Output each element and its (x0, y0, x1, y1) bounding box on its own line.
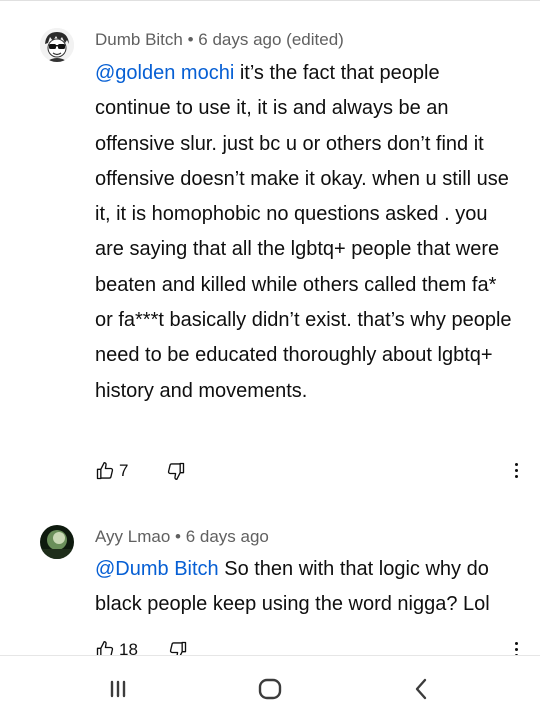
thumbs-up-icon[interactable] (95, 461, 115, 481)
comment-mention[interactable]: @Dumb Bitch (95, 558, 219, 580)
meta-separator: • (182, 30, 199, 49)
like-count: 7 (119, 461, 129, 480)
avatar[interactable] (40, 28, 74, 62)
thumbs-down-icon[interactable] (166, 461, 186, 481)
comment-mention[interactable]: @golden mochi (95, 62, 234, 84)
comment-meta: Dumb Bitch • 6 days ago (edited) (95, 30, 344, 50)
system-nav-bar (0, 655, 540, 721)
comment-body: @Dumb Bitch So then with that logic why … (95, 552, 515, 623)
home-icon[interactable] (255, 674, 285, 704)
comment-time: 6 days ago (edited) (198, 30, 344, 49)
top-divider (0, 0, 540, 1)
photo-avatar-icon (40, 525, 74, 559)
meta-separator: • (170, 527, 186, 546)
comment-text: it’s the fact that people continue to us… (95, 62, 512, 402)
comment-author[interactable]: Dumb Bitch (95, 30, 183, 49)
comment-actions: 7 (95, 459, 186, 483)
more-vert-icon[interactable] (512, 461, 520, 481)
comment-meta: Ayy Lmao • 6 days ago (95, 527, 269, 547)
comment-time: 6 days ago (185, 527, 269, 546)
comment-author[interactable]: Ayy Lmao (95, 527, 170, 546)
sunglasses-avatar-icon (40, 28, 74, 62)
recents-icon[interactable] (103, 674, 133, 704)
back-icon[interactable] (406, 674, 436, 704)
comment-body: @golden mochi it’s the fact that people … (95, 56, 515, 409)
avatar[interactable] (40, 525, 74, 559)
